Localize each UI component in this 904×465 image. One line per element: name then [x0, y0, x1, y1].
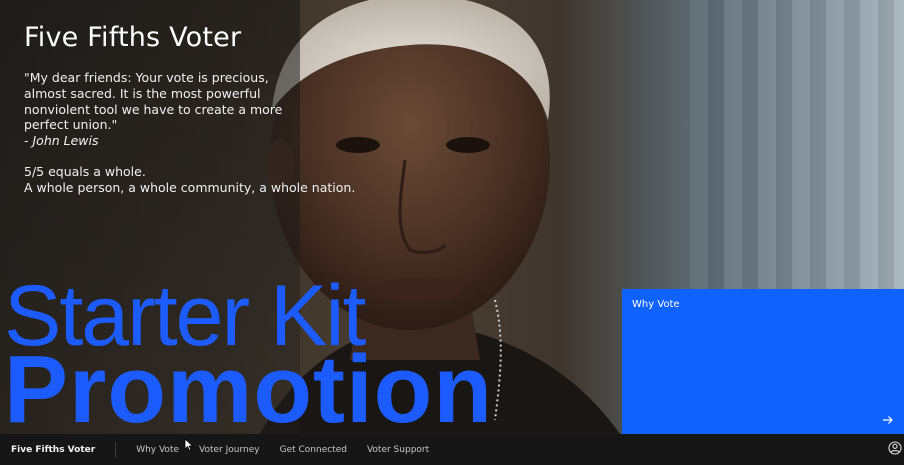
arrow-right-icon[interactable]: [882, 414, 894, 426]
page-title: Five Fifths Voter: [24, 22, 242, 53]
quote-author: - John Lewis: [24, 133, 99, 149]
tagline: 5/5 equals a whole. A whole person, a wh…: [24, 164, 355, 196]
top-navigation: Five Fifths Voter Why Vote Voter Journey…: [0, 434, 904, 465]
tagline-line-2: A whole person, a whole community, a who…: [24, 180, 356, 195]
mouse-cursor-icon: [184, 438, 194, 452]
promotion-heading: Promotion: [4, 336, 493, 443]
john-lewis-quote: "My dear friends: Your vote is precious,…: [24, 70, 314, 149]
nav-item-voter-journey[interactable]: Voter Journey: [199, 445, 260, 455]
why-vote-card[interactable]: Why Vote: [622, 289, 904, 434]
nav-item-voter-support[interactable]: Voter Support: [367, 445, 429, 455]
nav-item-why-vote[interactable]: Why Vote: [136, 445, 179, 455]
quote-line: "My dear friends: Your vote is precious,: [24, 70, 269, 85]
tagline-line-1: 5/5 equals a whole.: [24, 164, 146, 179]
nav-brand[interactable]: Five Fifths Voter: [0, 441, 117, 458]
quote-line: perfect union.": [24, 117, 118, 133]
why-vote-card-label: Why Vote: [632, 299, 680, 310]
user-avatar-icon[interactable]: [888, 441, 902, 455]
quote-line: almost sacred. It is the most powerful: [24, 85, 261, 101]
nav-item-get-connected[interactable]: Get Connected: [280, 445, 347, 455]
quote-line: nonviolent tool we have to create a more: [24, 101, 283, 117]
